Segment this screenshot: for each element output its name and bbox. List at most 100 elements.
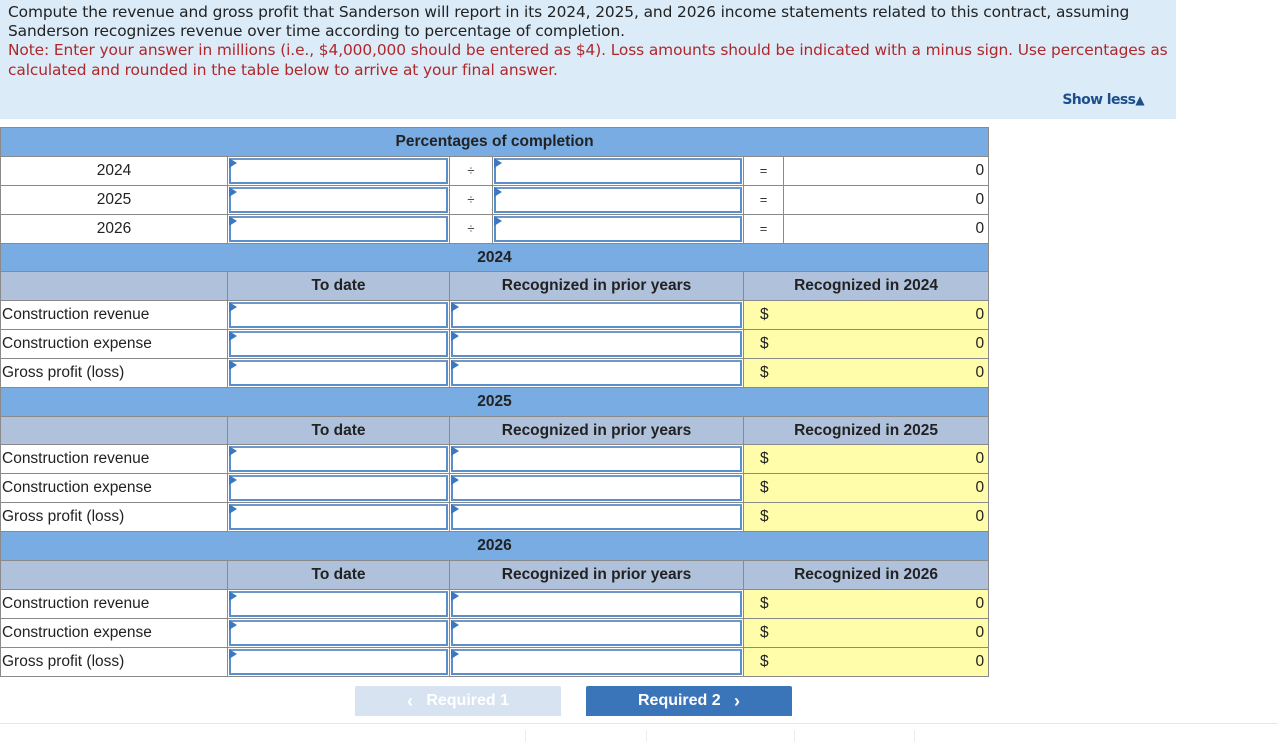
to-date-input[interactable]: [229, 504, 448, 531]
show-less-toggle[interactable]: Show less▲: [1062, 91, 1144, 110]
prior-years-input[interactable]: [451, 619, 742, 646]
input-marker-icon: [229, 360, 237, 371]
section-year-title: 2024: [0, 242, 990, 273]
current-year-value-cell: $0: [742, 502, 990, 533]
section-year-title: 2026: [0, 531, 990, 562]
percentages-header-row: Percentages of completion: [0, 127, 990, 157]
input-marker-icon: [229, 331, 237, 342]
denominator-input[interactable]: [494, 186, 742, 213]
numerator-input[interactable]: [229, 157, 448, 184]
footer-separator: [794, 730, 795, 742]
input-marker-icon: [451, 302, 459, 313]
currency-symbol: $: [760, 508, 769, 526]
input-marker-icon: [229, 186, 237, 197]
prior-years-input[interactable]: [451, 331, 742, 358]
blank-header: [0, 560, 228, 590]
current-year-header: Recognized in 2026: [742, 560, 990, 590]
current-year-value: 0: [975, 623, 985, 641]
line-item-label: Gross profit (loss): [0, 502, 228, 533]
current-year-value: 0: [975, 450, 985, 468]
current-year-value: 0: [975, 508, 985, 526]
line-item-label: Construction revenue: [0, 588, 228, 619]
footer-separator: [525, 730, 526, 742]
input-marker-icon: [451, 475, 459, 486]
column-header-row: To date Recognized in prior years Recogn…: [0, 271, 990, 302]
chevron-left-icon: ‹: [406, 690, 413, 711]
input-marker-icon: [229, 215, 237, 226]
percentage-result: 0: [782, 184, 990, 215]
denominator-input[interactable]: [494, 157, 742, 184]
numerator-input[interactable]: [229, 186, 448, 213]
footer-separator: [914, 730, 915, 742]
year-label: 2026: [0, 213, 228, 244]
line-item-label: Construction expense: [0, 329, 228, 360]
line-item-label: Construction revenue: [0, 300, 228, 331]
required-1-label: Required 1: [426, 692, 510, 709]
equals-symbol: =: [743, 184, 784, 215]
prior-years-input[interactable]: [451, 475, 742, 502]
numerator-input[interactable]: [229, 215, 448, 242]
footer-divider: [0, 723, 1278, 724]
prior-years-input[interactable]: [451, 590, 742, 617]
show-less-label: Show less: [1062, 92, 1136, 108]
input-marker-icon: [229, 157, 237, 168]
column-header-row: To date Recognized in prior years Recogn…: [0, 415, 990, 446]
currency-symbol: $: [760, 623, 769, 641]
to-date-input[interactable]: [229, 648, 448, 675]
current-year-value: 0: [975, 335, 985, 353]
current-year-value-cell: $0: [742, 588, 990, 619]
to-date-input[interactable]: [229, 590, 448, 617]
current-year-value-cell: $0: [742, 473, 990, 504]
chevron-right-icon: ›: [734, 690, 741, 711]
to-date-header: To date: [227, 415, 450, 446]
denominator-input[interactable]: [494, 215, 742, 242]
prior-years-input[interactable]: [451, 648, 742, 675]
input-marker-icon: [451, 360, 459, 371]
input-marker-icon: [229, 619, 237, 630]
line-item-row: Construction expense $0: [0, 329, 990, 360]
blank-header: [0, 271, 228, 302]
required-2-label: Required 2: [637, 692, 721, 709]
current-year-value: 0: [975, 652, 985, 670]
to-date-input[interactable]: [229, 619, 448, 646]
current-year-value-cell: $0: [742, 300, 990, 331]
currency-symbol: $: [760, 306, 769, 324]
to-date-input[interactable]: [229, 360, 448, 387]
triangle-up-icon: ▲: [1135, 93, 1144, 107]
to-date-header: To date: [227, 560, 450, 590]
to-date-header: To date: [227, 271, 450, 302]
current-year-header: Recognized in 2024: [742, 271, 990, 302]
line-item-label: Construction revenue: [0, 444, 228, 475]
input-marker-icon: [451, 648, 459, 659]
blank-header: [0, 415, 228, 446]
input-marker-icon: [229, 648, 237, 659]
input-marker-icon: [451, 590, 459, 601]
input-marker-icon: [451, 504, 459, 515]
required-2-button[interactable]: Required 2 ›: [586, 686, 792, 716]
line-item-row: Gross profit (loss) $0: [0, 358, 990, 389]
to-date-input[interactable]: [229, 302, 448, 329]
line-item-row: Construction expense $0: [0, 473, 990, 504]
to-date-input[interactable]: [229, 331, 448, 358]
prior-years-input[interactable]: [451, 504, 742, 531]
current-year-value-cell: $0: [742, 444, 990, 475]
divide-symbol: ÷: [449, 213, 493, 244]
required-1-button[interactable]: ‹ Required 1: [355, 686, 561, 716]
to-date-input[interactable]: [229, 446, 448, 473]
prior-years-input[interactable]: [451, 360, 742, 387]
percentage-row-2026: 2026 ÷ = 0: [0, 213, 990, 244]
note-text: Note: Enter your answer in millions (i.e…: [8, 41, 1168, 79]
line-item-row: Gross profit (loss) $0: [0, 646, 990, 677]
prior-years-input[interactable]: [451, 302, 742, 329]
input-marker-icon: [494, 186, 502, 197]
input-marker-icon: [229, 446, 237, 457]
input-marker-icon: [229, 504, 237, 515]
line-item-label: Gross profit (loss): [0, 646, 228, 677]
year-label: 2024: [0, 155, 228, 186]
line-item-row: Construction revenue $0: [0, 300, 990, 331]
line-item-row: Construction revenue $0: [0, 444, 990, 475]
to-date-input[interactable]: [229, 475, 448, 502]
line-item-label: Gross profit (loss): [0, 358, 228, 389]
input-marker-icon: [451, 619, 459, 630]
prior-years-input[interactable]: [451, 446, 742, 473]
